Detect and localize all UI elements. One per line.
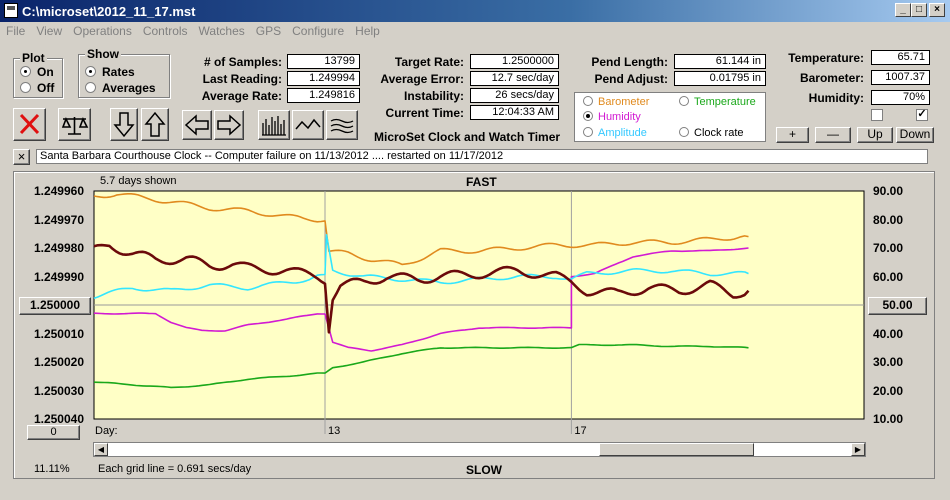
right-axis-tick: 70.00: [873, 241, 904, 255]
center-scale-button[interactable]: 50.00: [868, 297, 927, 315]
right-axis-tick: 30.00: [873, 355, 904, 369]
offset-button[interactable]: 0: [27, 425, 80, 440]
left-axis-tick: 1.249990: [33, 269, 84, 284]
slow-label: SLOW: [466, 463, 502, 477]
center-rate-button[interactable]: 1.250000: [19, 297, 91, 315]
chart-canvas: [93, 190, 865, 434]
right-axis-tick: 20.00: [873, 383, 904, 398]
grid-note: Each grid line = 0.691 secs/day: [98, 463, 252, 475]
percent-label: 11.11%: [34, 463, 70, 475]
right-axis-tick: 90.00: [873, 184, 904, 198]
right-axis-tick: 40.00: [873, 326, 904, 341]
day-tick-label: 17: [574, 425, 587, 437]
day-tick-label: 13: [328, 425, 341, 437]
left-axis-tick: 1.250020: [33, 355, 84, 369]
left-axis-tick: 1.249960: [33, 184, 84, 198]
right-axis-tick: 10.00: [873, 412, 904, 426]
scroll-left-icon[interactable]: ◀: [94, 443, 108, 456]
scroll-right-icon[interactable]: ▶: [851, 443, 865, 456]
time-scrollbar[interactable]: ◀ ▶: [93, 442, 866, 457]
left-axis-tick: 1.250040: [33, 412, 84, 426]
left-axis-tick: 1.250010: [33, 326, 84, 341]
left-axis-tick: 1.249980: [33, 241, 84, 255]
scrollbar-thumb[interactable]: [599, 443, 754, 456]
right-axis-tick: 80.00: [873, 212, 904, 227]
left-axis-tick: 1.249970: [33, 212, 84, 227]
right-axis-tick: 60.00: [873, 269, 904, 284]
day-axis-label: Day:: [95, 425, 118, 437]
left-axis-tick: 1.250030: [33, 383, 84, 398]
